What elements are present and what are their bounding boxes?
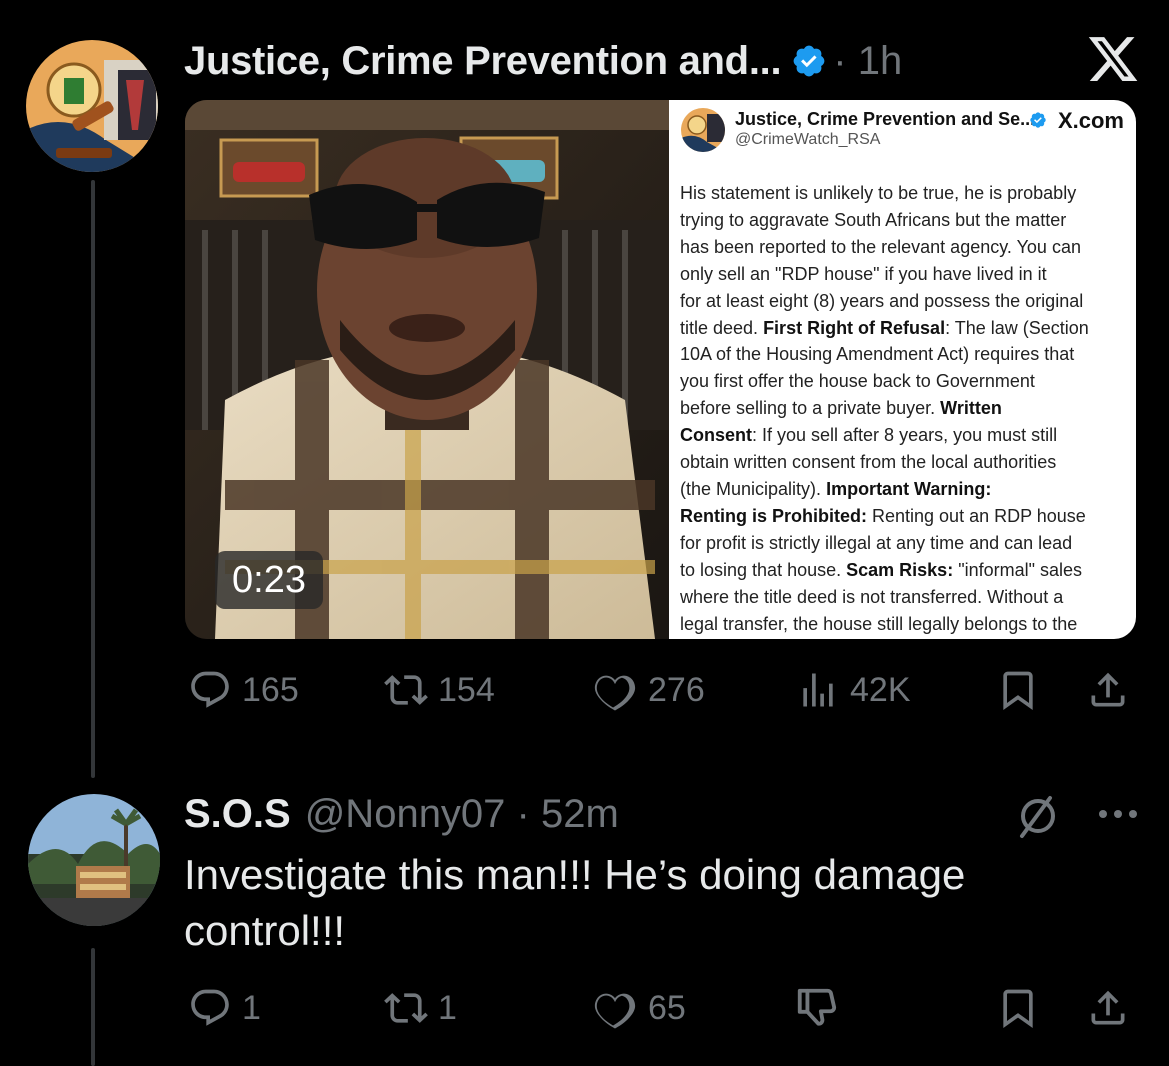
embedded-text-line: before selling to a private buyer. Writt… xyxy=(680,398,1002,419)
repost-button[interactable]: 154 xyxy=(384,660,495,720)
embedded-text-line: title deed. First Right of Refusal: The … xyxy=(680,317,1089,338)
tweet-time[interactable]: · 1h xyxy=(833,39,902,84)
reply-share-button[interactable] xyxy=(1086,978,1130,1038)
reply-bookmark-button[interactable] xyxy=(996,978,1040,1038)
embedded-tweet-text: His statement is unlikely to be true, he… xyxy=(680,180,1132,637)
reply-reply-button[interactable]: 1 xyxy=(188,978,261,1038)
embedded-text-line: legal transfer, the house still legally … xyxy=(680,613,1078,634)
embedded-text-line: Renting is Prohibited: Renting out an RD… xyxy=(680,505,1086,526)
verified-badge-icon xyxy=(793,45,825,77)
tweet-actions: 165 154 276 42K xyxy=(188,660,1138,720)
reply-repost-button[interactable]: 1 xyxy=(384,978,457,1038)
reply-like-count: 65 xyxy=(648,988,686,1027)
heart-icon xyxy=(594,993,636,1029)
video-duration: 0:23 xyxy=(215,551,323,609)
embedded-text-line: (the Municipality). Important Warning: xyxy=(680,478,992,499)
bookmark-icon xyxy=(1003,671,1033,711)
reply-handle-time[interactable]: @Nonny07 · 52m xyxy=(305,792,619,837)
tweet-media[interactable]: 0:23 Justice, Crime Prevention and Se...… xyxy=(185,100,1136,639)
embedded-tweet-screenshot: Justice, Crime Prevention and Se... @Cri… xyxy=(669,100,1136,639)
views-count: 42K xyxy=(850,670,911,709)
reply-like-button[interactable]: 65 xyxy=(592,978,686,1038)
bookmark-button[interactable] xyxy=(996,660,1040,720)
bookmark-icon xyxy=(1003,989,1033,1029)
repost-icon xyxy=(384,675,428,705)
video-player[interactable]: 0:23 xyxy=(185,100,669,639)
embedded-handle: @CrimeWatch_RSA xyxy=(735,131,881,148)
reply-text: Investigate this man!!! He’s doing damag… xyxy=(184,851,966,954)
thread-line-top xyxy=(91,180,95,778)
author-avatar[interactable] xyxy=(26,40,158,172)
share-icon xyxy=(1091,672,1125,707)
like-count: 276 xyxy=(648,670,705,709)
reply-repost-count: 1 xyxy=(438,988,457,1027)
reply-icon xyxy=(191,671,229,708)
reply-button[interactable]: 165 xyxy=(188,660,299,720)
embedded-text-line: Consent: If you sell after 8 years, you … xyxy=(680,425,1058,446)
reply-header: S.O.S @Nonny07 · 52m xyxy=(184,790,619,838)
embedded-text-line: trying to aggravate South Africans but t… xyxy=(680,209,1067,230)
thumbs-down-icon xyxy=(797,988,837,1026)
reply-count: 165 xyxy=(242,670,299,709)
reply-actions: 1 1 65 xyxy=(188,978,1138,1038)
repost-count: 154 xyxy=(438,670,495,709)
like-button[interactable]: 276 xyxy=(592,660,705,720)
embedded-text-line: you first offer the house back to Govern… xyxy=(680,371,1035,392)
tweet-header: Justice, Crime Prevention and... · 1h xyxy=(184,36,902,86)
thread-line-bottom xyxy=(91,948,95,1066)
embedded-text-line: to losing that house. Scam Risks: "infor… xyxy=(680,559,1083,580)
embedded-avatar xyxy=(681,108,725,152)
embedded-tweet-header: Justice, Crime Prevention and Se... @Cri… xyxy=(681,108,1126,152)
heart-icon xyxy=(594,675,636,711)
repost-icon xyxy=(384,993,428,1023)
embedded-text-line: has been reported to the relevant agency… xyxy=(680,236,1081,257)
share-icon xyxy=(1091,990,1125,1025)
views-icon xyxy=(803,673,833,707)
grok-icon[interactable] xyxy=(1014,792,1062,840)
embedded-text-line: for at least eight (8) years and possess… xyxy=(680,290,1084,311)
reply-author-name[interactable]: S.O.S xyxy=(184,792,291,837)
embedded-text-line: only sell an "RDP house" if you have liv… xyxy=(680,263,1047,284)
reply-icon xyxy=(191,989,229,1026)
embedded-author-name: Justice, Crime Prevention and Se... xyxy=(735,109,1036,129)
views-button[interactable]: 42K xyxy=(796,660,911,720)
embedded-text-line: obtain written consent from the local au… xyxy=(680,452,1057,473)
reply-author-avatar[interactable] xyxy=(28,794,160,926)
author-name[interactable]: Justice, Crime Prevention and... xyxy=(184,39,782,84)
dislike-button[interactable] xyxy=(794,978,840,1038)
x-logo-icon[interactable] xyxy=(1086,32,1140,86)
embedded-text-line: His statement is unlikely to be true, he… xyxy=(680,183,1077,203)
more-options-icon[interactable] xyxy=(1096,806,1140,822)
embedded-text-line: 10A of the Housing Amendment Act) requir… xyxy=(680,344,1075,365)
embedded-verified-icon xyxy=(1030,112,1046,128)
share-button[interactable] xyxy=(1086,660,1130,720)
embedded-site-label: X.com xyxy=(1057,108,1124,133)
embedded-text-line: for profit is strictly illegal at any ti… xyxy=(680,532,1073,553)
reply-reply-count: 1 xyxy=(242,988,261,1027)
embedded-text-line: where the title deed is not transferred.… xyxy=(680,586,1064,607)
